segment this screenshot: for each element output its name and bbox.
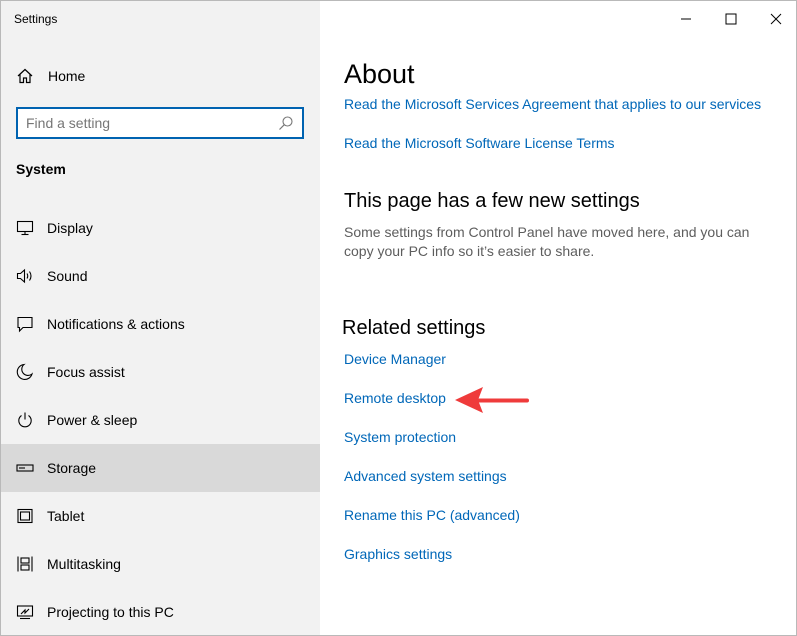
display-icon xyxy=(16,219,34,237)
sidebar-item-notifications[interactable]: Notifications & actions xyxy=(1,300,320,348)
section-label: System xyxy=(16,161,66,177)
home-icon xyxy=(16,67,34,85)
search-box[interactable] xyxy=(16,107,304,139)
sidebar-item-sound[interactable]: Sound xyxy=(1,252,320,300)
sidebar-item-label: Projecting to this PC xyxy=(47,604,174,620)
sidebar-item-multitasking[interactable]: Multitasking xyxy=(1,540,320,588)
remote-desktop-link[interactable]: Remote desktop xyxy=(344,390,446,406)
services-agreement-link[interactable]: Read the Microsoft Services Agreement th… xyxy=(344,96,761,112)
sidebar-item-label: Display xyxy=(47,220,93,236)
storage-icon xyxy=(16,459,34,477)
sidebar-item-label: Notifications & actions xyxy=(47,316,185,332)
graphics-settings-link[interactable]: Graphics settings xyxy=(344,546,452,562)
sidebar-item-storage[interactable]: Storage xyxy=(1,444,320,492)
power-icon xyxy=(16,411,34,429)
sound-icon xyxy=(16,267,34,285)
sidebar-item-label: Sound xyxy=(47,268,88,284)
sidebar-item-label: Focus assist xyxy=(47,364,125,380)
new-settings-description: Some settings from Control Panel have mo… xyxy=(344,224,750,259)
moon-icon xyxy=(16,363,34,381)
page-title: About xyxy=(344,59,415,89)
device-manager-link[interactable]: Device Manager xyxy=(344,351,446,367)
settings-window: Settings Home System Display Sound xyxy=(0,0,797,636)
search-icon[interactable] xyxy=(278,115,294,131)
license-terms-link[interactable]: Read the Microsoft Software License Term… xyxy=(344,135,615,151)
sidebar-item-label: Tablet xyxy=(47,508,85,524)
notifications-icon xyxy=(16,315,34,333)
new-settings-heading: This page has a few new settings xyxy=(344,190,640,212)
tablet-icon xyxy=(16,507,34,525)
home-label: Home xyxy=(48,68,86,84)
sidebar-item-display[interactable]: Display xyxy=(1,204,320,252)
sidebar-item-label: Storage xyxy=(47,460,97,476)
sidebar-item-label: Power & sleep xyxy=(47,412,138,428)
sidebar-item-tablet[interactable]: Tablet xyxy=(1,492,320,540)
sidebar: Settings Home System Display Sound xyxy=(1,1,320,635)
advanced-system-settings-link[interactable]: Advanced system settings xyxy=(344,468,507,484)
sidebar-item-label: Multitasking xyxy=(47,556,121,572)
main-panel: About Read the Microsoft Services Agreem… xyxy=(320,1,796,635)
system-protection-link[interactable]: System protection xyxy=(344,429,456,445)
search-input[interactable] xyxy=(26,113,266,133)
related-settings-heading: Related settings xyxy=(342,317,486,339)
sidebar-home[interactable]: Home xyxy=(1,56,320,96)
rename-pc-link[interactable]: Rename this PC (advanced) xyxy=(344,507,520,523)
multitasking-icon xyxy=(16,555,34,573)
sidebar-item-focus-assist[interactable]: Focus assist xyxy=(1,348,320,396)
projecting-icon xyxy=(16,603,34,621)
annotation-arrow xyxy=(455,387,529,413)
sidebar-item-projecting[interactable]: Projecting to this PC xyxy=(1,588,320,635)
sidebar-item-power-sleep[interactable]: Power & sleep xyxy=(1,396,320,444)
app-title: Settings xyxy=(14,12,58,26)
